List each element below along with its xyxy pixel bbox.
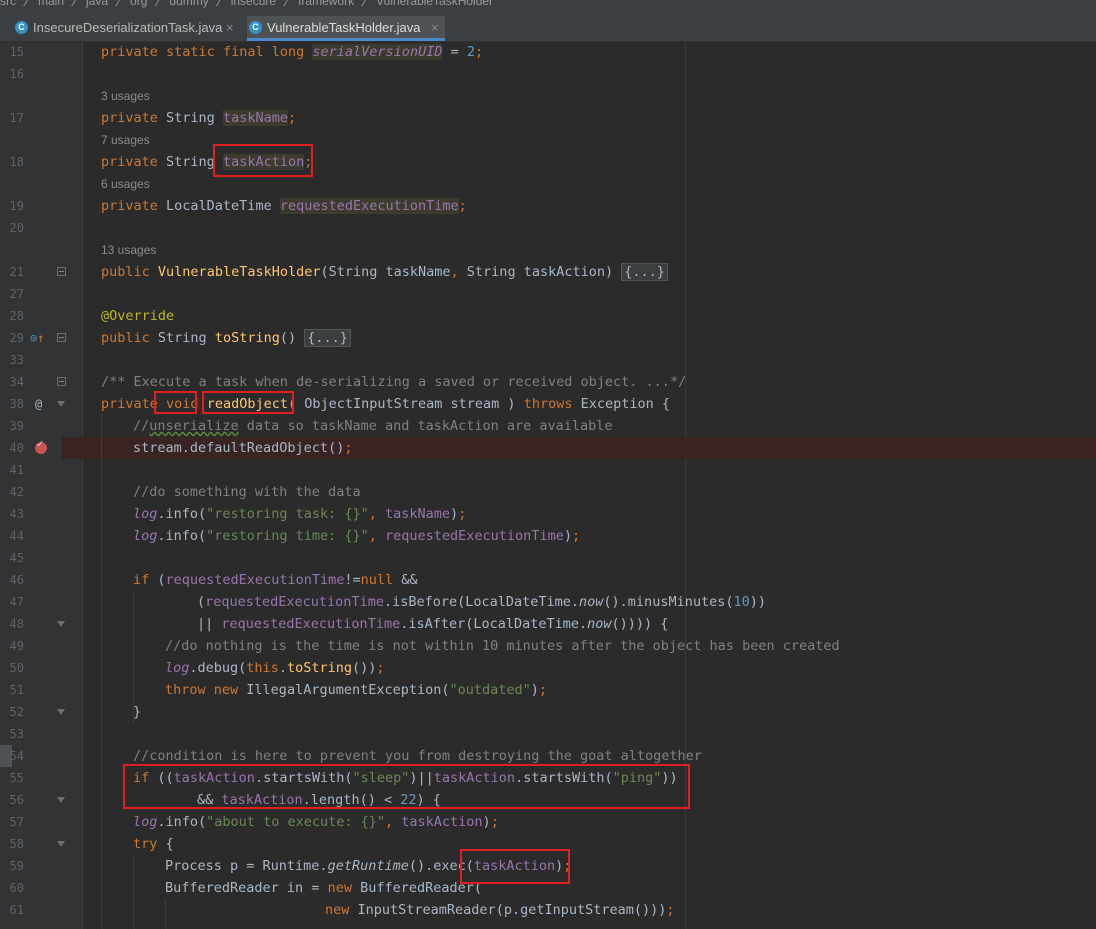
line-number: 50 [9, 661, 24, 675]
line-number: 41 [9, 463, 24, 477]
highlight-box-condition [123, 764, 690, 809]
line-number: 42 [9, 485, 24, 499]
line-number: 33 [9, 353, 24, 367]
highlight-box-exec-arg [460, 849, 570, 884]
editor-tab-bar: C InsecureDeserializationTask.java × C V… [0, 8, 1096, 42]
code-line-47[interactable]: (requestedExecutionTime.isBefore(LocalDa… [197, 591, 766, 613]
gutter-divider [82, 42, 83, 929]
usage-hint[interactable]: 7 usages [101, 129, 150, 151]
code-line-39[interactable]: //unserialize data so taskName and taskA… [133, 415, 613, 437]
indent-guide [101, 415, 102, 929]
fold-toggle[interactable] [57, 401, 66, 410]
code-line-29[interactable]: public String toString() {...} [101, 327, 351, 349]
highlight-box-void [154, 391, 197, 414]
line-number: 40 [9, 441, 24, 455]
code-line-58[interactable]: try { [133, 833, 174, 855]
java-class-icon: C [15, 21, 28, 34]
code-line-19[interactable]: private LocalDateTime requestedExecution… [101, 195, 467, 217]
fold-toggle[interactable] [57, 267, 66, 276]
line-number: 53 [9, 727, 24, 741]
line-number: 48 [9, 617, 24, 631]
tab-label: InsecureDeserializationTask.java [33, 20, 223, 35]
code-line-40[interactable]: stream.defaultReadObject(); [133, 437, 352, 459]
indent-guide [133, 855, 134, 929]
close-icon[interactable]: × [431, 16, 439, 39]
fold-toggle[interactable] [57, 333, 66, 342]
highlight-box-readobject [202, 391, 294, 414]
usage-hint[interactable]: 6 usages [101, 173, 150, 195]
line-number: 34 [9, 375, 24, 389]
line-number: 20 [9, 221, 24, 235]
code-line-51[interactable]: throw new IllegalArgumentException("outd… [165, 679, 547, 701]
line-number: 51 [9, 683, 24, 697]
line-number: 17 [9, 111, 24, 125]
fold-toggle[interactable] [57, 377, 66, 386]
tab-label: VulnerableTaskHolder.java [267, 20, 421, 35]
code-line-48[interactable]: || requestedExecutionTime.isAfter(LocalD… [197, 613, 668, 635]
close-icon[interactable]: × [226, 16, 234, 39]
fold-toggle[interactable] [57, 797, 66, 806]
line-number: 46 [9, 573, 24, 587]
line-number: 54 [9, 749, 24, 763]
line-number: 43 [9, 507, 24, 521]
line-number: 56 [9, 793, 24, 807]
line-number: 52 [9, 705, 24, 719]
line-number: 44 [9, 529, 24, 543]
line-number: 39 [9, 419, 24, 433]
line-number: 21 [9, 265, 24, 279]
code-line-61[interactable]: new InputStreamReader(p.getInputStream()… [325, 899, 675, 921]
line-number: 49 [9, 639, 24, 653]
code-line-15[interactable]: private static final long serialVersionU… [101, 41, 483, 63]
usage-hint[interactable]: 3 usages [101, 85, 150, 107]
line-number: 19 [9, 199, 24, 213]
java-class-icon: C [249, 21, 262, 34]
line-number: 18 [9, 155, 24, 169]
code-line-60[interactable]: BufferedReader in = new BufferedReader( [165, 877, 482, 899]
fold-toggle[interactable] [57, 841, 66, 850]
breakpoint-icon[interactable] [35, 439, 47, 454]
indent-guide [165, 899, 166, 929]
code-line-42[interactable]: //do something with the data [133, 481, 361, 503]
usage-hint[interactable]: 13 usages [101, 239, 156, 261]
line-number: 29 [9, 331, 24, 345]
line-number: 45 [9, 551, 24, 565]
code-line-52[interactable]: } [133, 701, 141, 723]
line-number: 16 [9, 67, 24, 81]
line-number: 59 [9, 859, 24, 873]
line-number: 58 [9, 837, 24, 851]
breadcrumb: src 〉 main 〉 java 〉 org 〉 dummy 〉 insecu… [0, 0, 1096, 8]
code-line-50[interactable]: log.debug(this.toString()); [165, 657, 385, 679]
code-line-28[interactable]: @Override [101, 305, 174, 327]
line-number: 27 [9, 287, 24, 301]
code-line-43[interactable]: log.info("restoring task: {}", taskName)… [133, 503, 466, 525]
code-line-46[interactable]: if (requestedExecutionTime!=null && [133, 569, 418, 591]
line-number: 60 [9, 881, 24, 895]
line-number: 57 [9, 815, 24, 829]
implements-icon[interactable]: @ [35, 393, 42, 415]
override-method-icon[interactable]: ⊙↑ [30, 327, 44, 349]
line-number: 61 [9, 903, 24, 917]
tab-insecure-deserialization-task[interactable]: C InsecureDeserializationTask.java × [13, 16, 239, 41]
code-line-44[interactable]: log.info("restoring time: {}", requested… [133, 525, 580, 547]
line-number: 28 [9, 309, 24, 323]
fold-toggle[interactable] [57, 709, 66, 718]
tab-vulnerable-task-holder[interactable]: C VulnerableTaskHolder.java × [247, 16, 445, 41]
code-line-34[interactable]: /** Execute a task when de-serializing a… [101, 371, 686, 393]
code-line-57[interactable]: log.info("about to execute: {}", taskAct… [133, 811, 499, 833]
line-number: 47 [9, 595, 24, 609]
line-number: 55 [9, 771, 24, 785]
code-line-21[interactable]: public VulnerableTaskHolder(String taskN… [101, 261, 668, 283]
highlight-box-taskaction-field [213, 144, 313, 177]
fold-toggle[interactable] [57, 621, 66, 630]
breadcrumb-text: src 〉 main 〉 java 〉 org 〉 dummy 〉 insecu… [0, 0, 494, 8]
line-number: 38 [9, 397, 24, 411]
code-line-17[interactable]: private String taskName; [101, 107, 296, 129]
line-number: 15 [9, 45, 24, 59]
code-line-49[interactable]: //do nothing is the time is not within 1… [165, 635, 840, 657]
